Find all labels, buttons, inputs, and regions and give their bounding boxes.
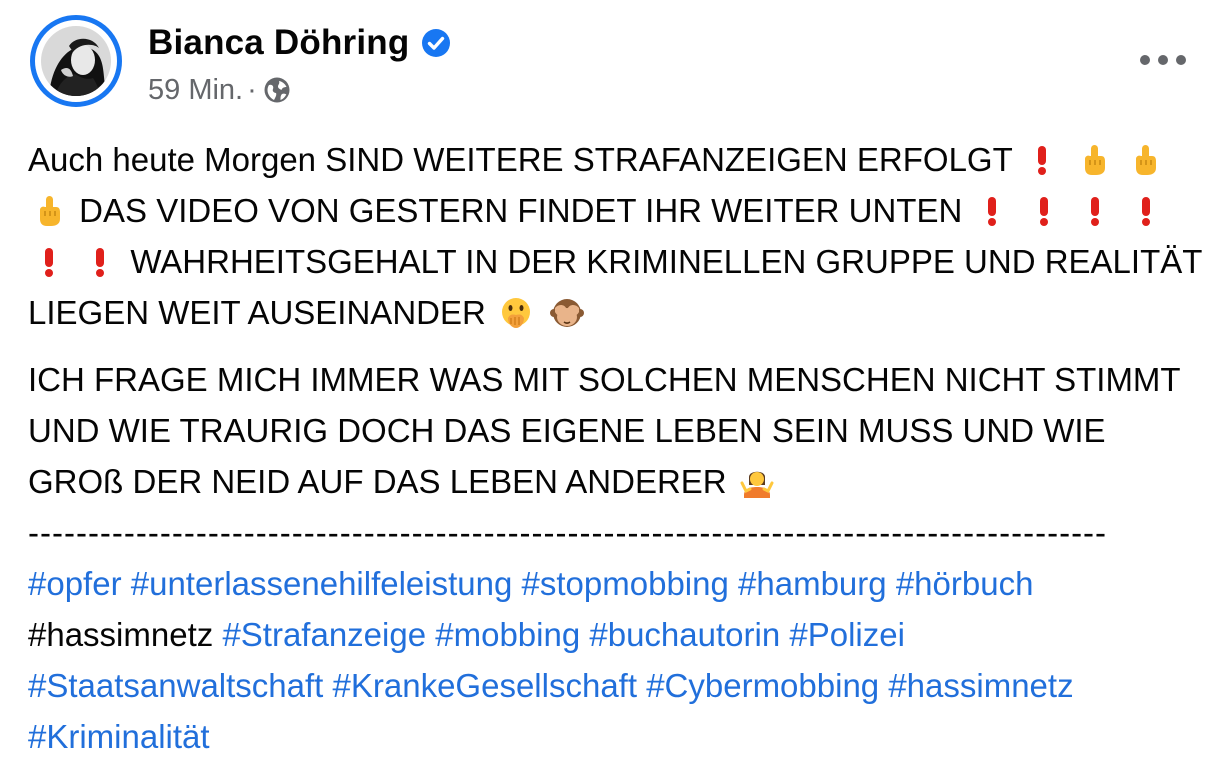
meta-separator: ·	[247, 73, 257, 106]
exclamation-emoji-icon	[83, 245, 117, 279]
profile-photo	[41, 26, 111, 96]
hashtag-link[interactable]: #hörbuch	[896, 565, 1034, 602]
globe-icon[interactable]	[263, 76, 291, 104]
post-text: ICH FRAGE MICH IMMER WAS MIT SOLCHEN MEN…	[28, 361, 1180, 500]
hashtag-plain-text: #hassimnetz	[28, 616, 214, 653]
pointing-up-emoji-icon	[1128, 143, 1162, 177]
face-with-hand-over-mouth-emoji-icon	[499, 296, 533, 330]
hashtag-link[interactable]: #hassimnetz	[888, 667, 1073, 704]
avatar[interactable]	[30, 15, 122, 107]
hashtag-link[interactable]: #Kriminalität	[28, 718, 210, 755]
pointing-up-emoji-icon	[1077, 143, 1111, 177]
post-header: Bianca Döhring 59 Min. ·	[30, 14, 1194, 114]
post-text: WAHRHEITSGEHALT IN DER KRIMINELLEN GRUPP…	[28, 243, 1202, 331]
post-paragraph-1: Auch heute Morgen SIND WEITERE STRAFANZE…	[28, 134, 1208, 338]
more-dot-icon	[1140, 55, 1150, 65]
see-no-evil-monkey-emoji-icon	[550, 296, 585, 330]
hashtag-link[interactable]: #stopmobbing	[522, 565, 729, 602]
author-name[interactable]: Bianca Döhring	[148, 23, 409, 63]
pointing-up-emoji-icon	[32, 194, 66, 228]
exclamation-emoji-icon	[32, 245, 66, 279]
exclamation-emoji-icon	[1027, 194, 1061, 228]
divider: ----------------------------------------…	[28, 514, 1108, 551]
exclamation-emoji-icon	[1025, 143, 1059, 177]
hashtag-link[interactable]: #Strafanzeige	[222, 616, 426, 653]
post-paragraph-2: ICH FRAGE MICH IMMER WAS MIT SOLCHEN MEN…	[28, 354, 1208, 507]
exclamation-emoji-icon	[1078, 194, 1112, 228]
timestamp[interactable]: 59 Min.	[148, 74, 243, 107]
more-options-icon[interactable]	[1140, 48, 1186, 72]
more-dot-icon	[1158, 55, 1168, 65]
hashtag-link[interactable]: #unterlassenehilfeleistung	[131, 565, 513, 602]
hashtag-link[interactable]: #Polizei	[789, 616, 905, 653]
post-meta: 59 Min. ·	[148, 70, 291, 110]
verified-badge-icon	[421, 28, 451, 58]
hashtag-link[interactable]: #hamburg	[738, 565, 887, 602]
hashtag-link[interactable]: #KrankeGesellschaft	[333, 667, 638, 704]
exclamation-emoji-icon	[975, 194, 1009, 228]
hashtag-link[interactable]: #mobbing	[435, 616, 580, 653]
hashtag-list: #opfer #unterlassenehilfeleistung #stopm…	[28, 558, 1208, 762]
post-text: DAS VIDEO VON GESTERN FINDET IHR WEITER …	[79, 192, 963, 229]
hashtag-link[interactable]: #Cybermobbing	[646, 667, 879, 704]
person-shrugging-emoji-icon	[740, 465, 774, 499]
more-dot-icon	[1176, 55, 1186, 65]
author-row: Bianca Döhring	[148, 20, 451, 66]
hashtag-link[interactable]: #Staatsanwaltschaft	[28, 667, 323, 704]
exclamation-emoji-icon	[1129, 194, 1163, 228]
hashtag-link[interactable]: #opfer	[28, 565, 122, 602]
post-body: Auch heute Morgen SIND WEITERE STRAFANZE…	[28, 134, 1208, 762]
post-text: Auch heute Morgen SIND WEITERE STRAFANZE…	[28, 141, 1013, 178]
hashtag-link[interactable]: #buchautorin	[589, 616, 780, 653]
